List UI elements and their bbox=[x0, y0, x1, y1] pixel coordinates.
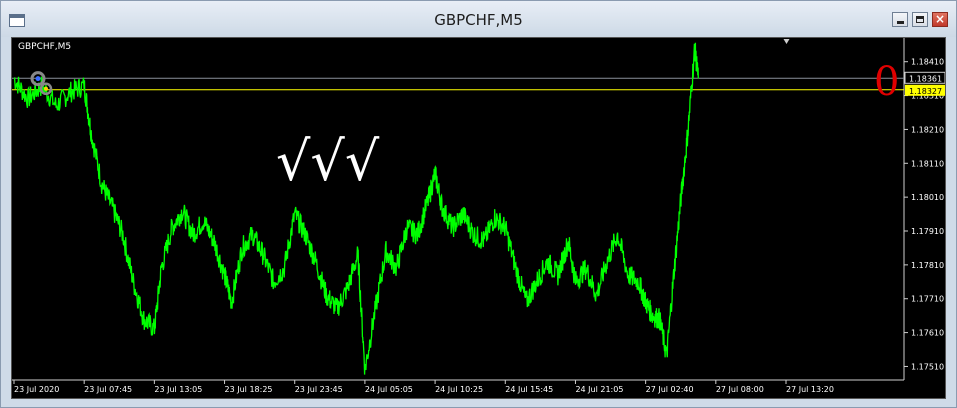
price-tick-label: 1.18110 bbox=[911, 159, 944, 168]
window-title: GBPCHF,M5 bbox=[434, 11, 523, 29]
price-tick-label: 1.18010 bbox=[911, 193, 944, 202]
time-tick-label: 27 Jul 13:20 bbox=[786, 385, 834, 394]
minimize-button[interactable] bbox=[892, 12, 908, 27]
time-tick-label: 27 Jul 02:40 bbox=[646, 385, 694, 394]
trade-marker-dot[interactable] bbox=[35, 76, 41, 82]
price-tick-label: 1.18210 bbox=[911, 125, 944, 134]
time-tick-label: 24 Jul 21:05 bbox=[575, 385, 623, 394]
time-tick-label: 23 Jul 23:45 bbox=[295, 385, 343, 394]
title-bar[interactable]: GBPCHF,M5 × bbox=[1, 1, 956, 37]
level-price-label: 1.18327 bbox=[909, 87, 942, 96]
price-tick-label: 1.17710 bbox=[911, 295, 944, 304]
price-chart[interactable]: 1.18410 1.18310 1.18210 1.18110 1.18010 1.179… bbox=[11, 37, 946, 399]
price-tick-label: 1.18410 bbox=[911, 58, 944, 67]
maximize-button[interactable] bbox=[912, 12, 928, 27]
time-tick-label: 27 Jul 08:00 bbox=[716, 385, 764, 394]
price-tick-label: 1.17510 bbox=[911, 362, 944, 371]
trade-marker-dot[interactable] bbox=[44, 86, 48, 91]
time-tick-label: 24 Jul 15:45 bbox=[505, 385, 553, 394]
chart-shift-marker[interactable] bbox=[783, 39, 790, 44]
price-series-line bbox=[13, 42, 699, 375]
price-tick-label: 1.17610 bbox=[911, 329, 944, 338]
close-button[interactable]: × bbox=[932, 12, 948, 27]
time-tick-label: 23 Jul 18:25 bbox=[225, 385, 273, 394]
time-tick-label: 23 Jul 13:05 bbox=[154, 385, 202, 394]
check-marks-annotation[interactable]: √√√ bbox=[276, 130, 380, 193]
time-tick-label: 23 Jul 07:45 bbox=[84, 385, 132, 394]
time-tick-label: 24 Jul 10:25 bbox=[435, 385, 483, 394]
terminal-window: GBPCHF,M5 × 1.18410 1.18310 1.18210 1.18110… bbox=[0, 0, 957, 408]
close-icon: × bbox=[934, 12, 946, 26]
time-tick-label: 24 Jul 05:05 bbox=[365, 385, 413, 394]
bid-price-label: 1.18361 bbox=[909, 74, 942, 83]
price-tick-label: 1.17910 bbox=[911, 227, 944, 236]
maximize-icon bbox=[916, 16, 924, 23]
time-tick-label: 23 Jul 2020 bbox=[14, 385, 59, 394]
chart-symbol-label: GBPCHF,M5 bbox=[18, 42, 72, 52]
minimize-icon bbox=[897, 21, 904, 24]
zero-annotation[interactable]: 0 bbox=[874, 59, 899, 105]
price-tick-label: 1.17810 bbox=[911, 261, 944, 270]
chart-canvas[interactable]: 1.184101.183101.182101.181101.180101.179… bbox=[12, 38, 945, 398]
